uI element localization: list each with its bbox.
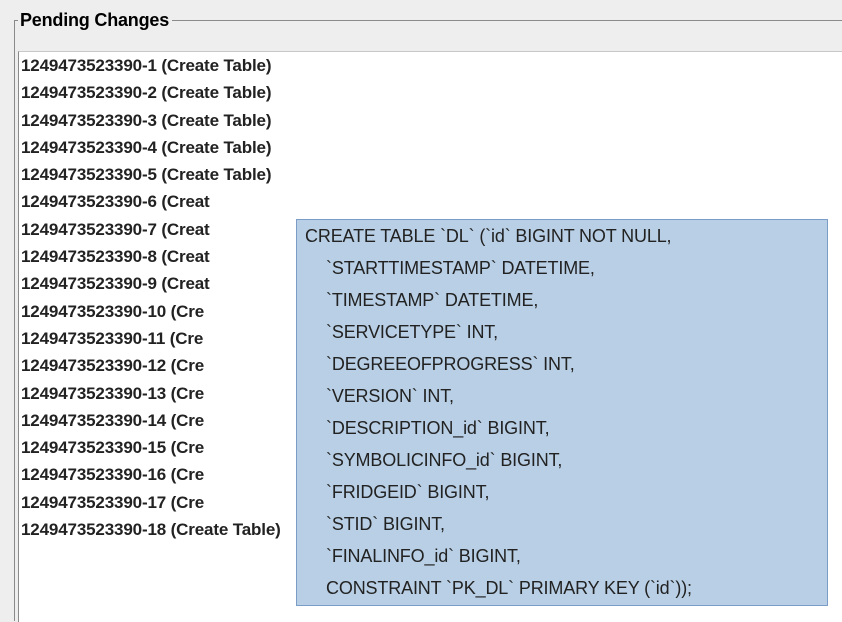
tooltip-line: `SERVICETYPE` INT, — [326, 322, 499, 342]
tooltip-line: `STID` BIGINT, — [326, 514, 445, 534]
list-item[interactable]: 1249473523390-4 (Create Table) — [19, 134, 842, 161]
list-item[interactable]: 1249473523390-3 (Create Table) — [19, 107, 842, 134]
tooltip-line: `FRIDGEID` BIGINT, — [326, 482, 490, 502]
tooltip-line: `TIMESTAMP` DATETIME, — [326, 290, 539, 310]
list-item[interactable]: 1249473523390-5 (Create Table) — [19, 161, 842, 188]
tooltip-line: `VERSION` INT, — [326, 386, 454, 406]
list-item[interactable]: 1249473523390-1 (Create Table) — [19, 52, 842, 79]
tooltip-line: CREATE TABLE `DL` (`id` BIGINT NOT NULL, — [305, 226, 672, 246]
tooltip-line: `DEGREEOFPROGRESS` INT, — [326, 354, 575, 374]
tooltip-line: `SYMBOLICINFO_id` BIGINT, — [326, 450, 563, 470]
tooltip-line: `FINALINFO_id` BIGINT, — [326, 546, 521, 566]
tooltip-line: `DESCRIPTION_id` BIGINT, — [326, 418, 550, 438]
list-item[interactable]: 1249473523390-2 (Create Table) — [19, 79, 842, 106]
panel-title: Pending Changes — [18, 8, 173, 32]
list-item[interactable]: 1249473523390-6 (Creat — [19, 188, 842, 215]
tooltip-line: `STARTTIMESTAMP` DATETIME, — [326, 258, 595, 278]
tooltip-line: CONSTRAINT `PK_DL` PRIMARY KEY (`id`)); — [326, 578, 692, 598]
sql-tooltip: CREATE TABLE `DL` (`id` BIGINT NOT NULL,… — [296, 219, 828, 606]
